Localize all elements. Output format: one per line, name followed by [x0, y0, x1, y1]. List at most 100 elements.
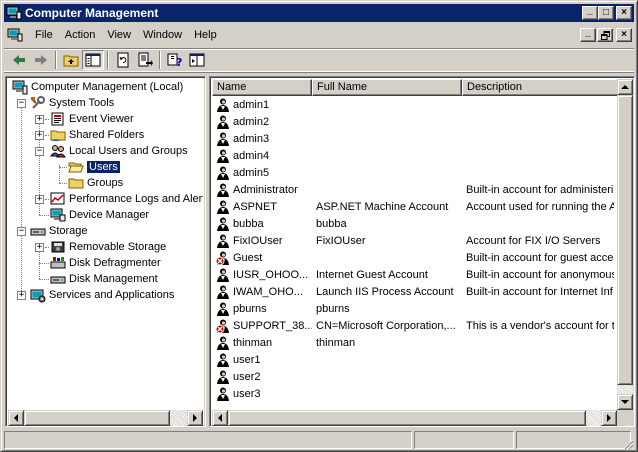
- scroll-right-button[interactable]: [601, 410, 617, 426]
- user-icon: [215, 97, 231, 113]
- computer-management-window: Computer Management _ □ × File Action Vi…: [0, 0, 638, 452]
- folder-icon: [68, 178, 84, 189]
- table-row[interactable]: thinman thinman: [212, 334, 614, 351]
- table-row[interactable]: IUSR_OHOO... Internet Guest Account Built-…: [212, 266, 614, 283]
- table-row[interactable]: SUPPORT_38... CN=Microsoft Corporation,..…: [212, 317, 614, 334]
- cell-name: FixIOUser: [212, 233, 312, 249]
- cell-name: admin1: [212, 97, 312, 113]
- cell-name: admin4: [212, 148, 312, 164]
- table-row[interactable]: FixIOUser FixIOUser Account for FIX I/O Se…: [212, 232, 614, 249]
- resize-grip-icon[interactable]: [622, 438, 634, 450]
- tree-node-system-tools[interactable]: System Tools: [30, 95, 114, 111]
- cell-name: admin2: [212, 114, 312, 130]
- tree-node-storage[interactable]: Storage: [30, 223, 88, 239]
- table-row[interactable]: Administrator Built-in account for admini…: [212, 181, 614, 198]
- console-icon[interactable]: [7, 28, 23, 42]
- table-row[interactable]: admin3: [212, 130, 614, 147]
- tree-node-disk-defrag[interactable]: Disk Defragmenter: [50, 255, 161, 271]
- table-row[interactable]: bubba bubba: [212, 215, 614, 232]
- tree-node-root[interactable]: Computer Management (Local): [12, 79, 183, 95]
- collapse-storage[interactable]: −: [17, 227, 26, 236]
- user-name: pburns: [233, 302, 267, 315]
- minimize-button[interactable]: _: [582, 6, 598, 20]
- scroll-right-button[interactable]: [187, 410, 203, 426]
- forward-button[interactable]: [30, 50, 52, 70]
- table-row[interactable]: admin1: [212, 96, 614, 113]
- maximize-button[interactable]: □: [598, 6, 614, 20]
- table-row[interactable]: user3: [212, 385, 614, 402]
- scroll-thumb[interactable]: [228, 410, 586, 426]
- tree-node-groups[interactable]: Groups: [68, 175, 123, 191]
- collapse-local-users-groups[interactable]: −: [35, 147, 44, 156]
- scroll-left-button[interactable]: [212, 410, 228, 426]
- table-row[interactable]: IWAM_OHO... Launch IIS Process Account Bui…: [212, 283, 614, 300]
- refresh-button[interactable]: [112, 50, 134, 70]
- list-horizontal-scrollbar[interactable]: [212, 410, 617, 426]
- expand-removable-storage[interactable]: +: [35, 243, 44, 252]
- table-row[interactable]: Guest Built-in account for guest acces: [212, 249, 614, 266]
- table-row[interactable]: admin2: [212, 113, 614, 130]
- console-tree-pane[interactable]: Computer Management (Local) − System Too…: [5, 76, 206, 427]
- list-vertical-scrollbar[interactable]: [617, 79, 633, 410]
- table-row[interactable]: user2: [212, 368, 614, 385]
- up-one-level-button[interactable]: [60, 50, 82, 70]
- menu-window[interactable]: Window: [137, 29, 188, 41]
- tree-node-users[interactable]: Users: [68, 159, 121, 175]
- child-close-button[interactable]: ×: [616, 28, 632, 42]
- table-row[interactable]: ASPNET ASP.NET Machine Account Account use…: [212, 198, 614, 215]
- tree-node-shared-folders[interactable]: Shared Folders: [50, 127, 144, 143]
- cell-full-name: Launch IIS Process Account: [316, 285, 454, 298]
- scroll-thumb[interactable]: [617, 95, 633, 385]
- show-hide-tree-button[interactable]: [82, 50, 104, 70]
- console-tree: Computer Management (Local) − System Too…: [8, 79, 203, 410]
- child-restore-button[interactable]: [597, 28, 613, 42]
- scrollbar-corner: [617, 410, 633, 426]
- tree-node-services-apps[interactable]: Services and Applications: [30, 287, 174, 303]
- table-row[interactable]: admin5: [212, 164, 614, 181]
- action-pane-button[interactable]: [186, 50, 208, 70]
- close-button[interactable]: ×: [616, 6, 632, 20]
- tree-node-perf-logs[interactable]: Performance Logs and Alerts: [50, 191, 203, 207]
- help-button[interactable]: ?: [164, 50, 186, 70]
- tree-node-event-viewer[interactable]: Event Viewer: [50, 111, 134, 127]
- expand-perf-logs[interactable]: +: [35, 195, 44, 204]
- tree-node-device-manager[interactable]: Device Manager: [50, 207, 149, 223]
- expand-services-apps[interactable]: +: [17, 291, 26, 300]
- tree-node-disk-management[interactable]: Disk Management: [50, 271, 158, 287]
- cell-description: Account for FIX I/O Servers: [466, 234, 601, 247]
- menu-action[interactable]: Action: [59, 29, 102, 41]
- details-pane[interactable]: Name Full Name Description admin1 admin2 a…: [209, 76, 635, 427]
- scroll-thumb[interactable]: [24, 410, 170, 426]
- expand-shared-folders[interactable]: +: [35, 131, 44, 140]
- user-icon: [215, 233, 231, 249]
- back-button[interactable]: [8, 50, 30, 70]
- export-list-icon: [138, 52, 153, 67]
- menu-help[interactable]: Help: [188, 29, 223, 41]
- user-icon: [215, 386, 231, 402]
- tree-horizontal-scrollbar[interactable]: [8, 410, 203, 426]
- tree-node-removable-storage[interactable]: Removable Storage: [50, 239, 166, 255]
- collapse-system-tools[interactable]: −: [17, 99, 26, 108]
- title-bar[interactable]: Computer Management _ □ ×: [4, 4, 634, 22]
- maximize-icon: □: [602, 7, 610, 18]
- table-row[interactable]: pburns pburns: [212, 300, 614, 317]
- cell-description: This is a vendor's account for th: [466, 319, 614, 332]
- user-name: thinman: [233, 336, 273, 349]
- table-row[interactable]: admin4: [212, 147, 614, 164]
- child-minimize-button[interactable]: _: [580, 28, 596, 42]
- scroll-up-button[interactable]: [617, 79, 633, 95]
- tree-node-local-users-groups[interactable]: Local Users and Groups: [50, 143, 188, 159]
- scroll-left-button[interactable]: [8, 410, 24, 426]
- action-pane-icon: [189, 53, 205, 67]
- scroll-down-button[interactable]: [617, 394, 633, 410]
- tree-label-removable-storage: Removable Storage: [69, 241, 167, 253]
- menu-view[interactable]: View: [101, 29, 137, 41]
- column-full-name[interactable]: Full Name: [312, 79, 462, 96]
- menu-file[interactable]: File: [29, 29, 59, 41]
- column-name[interactable]: Name: [212, 79, 312, 96]
- tree-line: [39, 215, 49, 216]
- export-list-button[interactable]: [134, 50, 156, 70]
- column-description[interactable]: Description: [462, 79, 619, 96]
- expand-event-viewer[interactable]: +: [35, 115, 44, 124]
- table-row[interactable]: user1: [212, 351, 614, 368]
